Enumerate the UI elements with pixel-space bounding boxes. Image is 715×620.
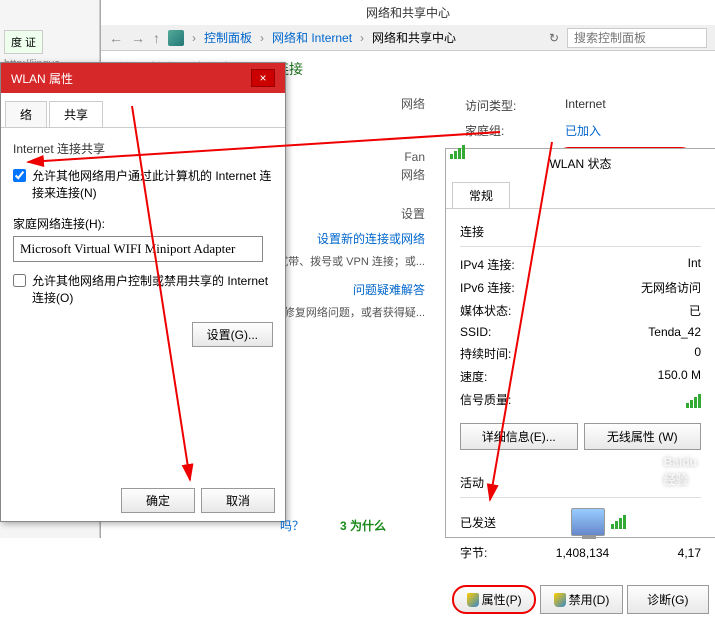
ipv4-label: IPv4 连接:: [460, 256, 515, 273]
shield-icon: [554, 593, 566, 607]
bytes-label: 字节:: [460, 544, 487, 561]
dialog-titlebar[interactable]: WLAN 属性 ×: [1, 63, 285, 93]
duration-value: 0: [694, 345, 701, 362]
baidu-watermark: Baidu经验: [664, 450, 697, 488]
allow-share-checkbox[interactable]: [13, 169, 26, 182]
settings-button[interactable]: 设置(G)...: [192, 322, 273, 347]
dialog-title: WLAN 属性: [11, 70, 73, 87]
allow-control-label: 允许其他网络用户控制或禁用共享的 Internet 连接(O): [32, 272, 273, 306]
close-button[interactable]: ×: [251, 69, 275, 87]
link-troubleshoot[interactable]: 问题疑难解答: [353, 283, 425, 297]
shield-icon: [467, 593, 479, 607]
explorer-toolbar: ← → ↑ › 控制面板 › 网络和 Internet › 网络和共享中心 ↻: [101, 25, 715, 51]
tab-networking[interactable]: 络: [5, 101, 47, 127]
footer-text-1: 吗？: [280, 517, 304, 534]
details-button[interactable]: 详细信息(E)...: [460, 423, 578, 450]
footer-text-2: 3 为什么: [340, 517, 386, 534]
cancel-button[interactable]: 取消: [201, 488, 275, 513]
breadcrumb-control-panel[interactable]: 控制面板: [204, 29, 252, 46]
wlan-properties-dialog: WLAN 属性 × 络 共享 Internet 连接共享 允许其他网络用户通过此…: [0, 62, 286, 522]
home-connection-label: 家庭网络连接(H):: [13, 215, 273, 232]
ics-group-label: Internet 连接共享: [13, 140, 273, 157]
speed-value: 150.0 M: [658, 368, 701, 385]
link-new-connection[interactable]: 设置新的连接或网络: [317, 232, 425, 246]
connection-section-label: 连接: [460, 217, 701, 246]
forward-button[interactable]: →: [131, 30, 145, 46]
control-panel-icon: [168, 30, 184, 46]
speed-label: 速度:: [460, 368, 487, 385]
bytes-recv-value: 4,17: [678, 546, 701, 560]
bytes-sent-value: 1,408,134: [556, 546, 609, 560]
ssid-value: Tenda_42: [648, 325, 701, 339]
tab-sharing[interactable]: 共享: [49, 101, 103, 127]
allow-control-checkbox-row[interactable]: 允许其他网络用户控制或禁用共享的 Internet 连接(O): [13, 272, 273, 306]
home-connection-combo[interactable]: Microsoft Virtual WIFI Miniport Adapter: [13, 236, 263, 262]
media-value: 已: [689, 302, 701, 319]
properties-button[interactable]: 属性(P): [452, 585, 536, 614]
ssid-label: SSID:: [460, 325, 491, 339]
ok-button[interactable]: 确定: [121, 488, 195, 513]
up-button[interactable]: ↑: [153, 30, 160, 46]
browser-tab[interactable]: 度 证: [4, 30, 43, 54]
refresh-icon[interactable]: ↻: [549, 31, 559, 45]
access-type-label: 访问类型:: [465, 97, 535, 114]
breadcrumb-network-internet[interactable]: 网络和 Internet: [272, 29, 352, 46]
homegroup-link[interactable]: 已加入: [565, 122, 601, 139]
window-title: 网络和共享中心: [101, 0, 715, 25]
wireless-properties-button[interactable]: 无线属性 (W): [584, 423, 702, 450]
ipv4-value: Int: [688, 256, 701, 273]
sent-label: 已发送: [460, 514, 496, 531]
status-signal-icon: [450, 145, 465, 162]
breadcrumb-current: 网络和共享中心: [372, 29, 456, 46]
search-input[interactable]: [567, 28, 707, 48]
homegroup-label: 家庭组:: [465, 122, 535, 139]
back-button[interactable]: ←: [109, 30, 123, 46]
tab-general[interactable]: 常规: [452, 182, 510, 208]
signal-quality-label: 信号质量:: [460, 391, 511, 408]
allow-share-label: 允许其他网络用户通过此计算机的 Internet 连接来连接(N): [32, 167, 273, 201]
ipv6-label: IPv6 连接:: [460, 279, 515, 296]
allow-control-checkbox[interactable]: [13, 274, 26, 287]
duration-label: 持续时间:: [460, 345, 511, 362]
allow-share-checkbox-row[interactable]: 允许其他网络用户通过此计算机的 Internet 连接来连接(N): [13, 167, 273, 201]
access-type-value: Internet: [565, 97, 606, 114]
status-title: WLAN 状态: [446, 149, 715, 178]
computer-icon: [571, 508, 605, 536]
ipv6-value: 无网络访问: [641, 279, 701, 296]
signal-quality-icon: [686, 391, 701, 408]
disable-button[interactable]: 禁用(D): [540, 585, 622, 614]
diagnose-button[interactable]: 诊断(G): [627, 585, 709, 614]
activity-signal-icon: [611, 515, 626, 529]
media-label: 媒体状态:: [460, 302, 511, 319]
